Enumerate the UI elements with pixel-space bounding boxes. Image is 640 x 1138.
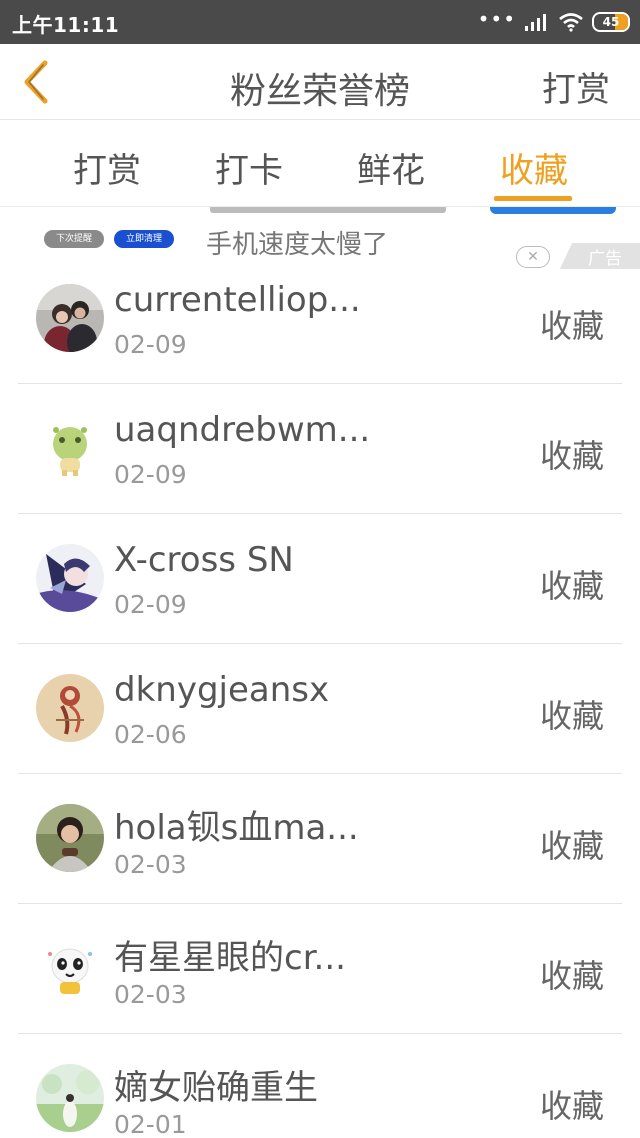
tab-checkin[interactable]: 打卡 xyxy=(199,143,299,192)
ad-remind-button[interactable]: 下次提醒 xyxy=(44,230,104,248)
avatar[interactable] xyxy=(36,674,104,742)
ad-clean-button[interactable]: 立即清理 xyxy=(114,230,174,248)
list-item[interactable]: currentelliop... 02-09 收藏 xyxy=(0,254,640,384)
avatar[interactable] xyxy=(36,544,104,612)
title-bar: 粉丝荣誉榜 打赏 xyxy=(0,44,640,120)
more-dots-icon: ••• xyxy=(477,7,516,31)
fan-date: 02-03 xyxy=(114,850,187,879)
fan-name: dknygjeansx xyxy=(114,670,330,710)
active-tab-indicator xyxy=(494,196,572,201)
list-item[interactable]: uaqndrebwm... 02-09 收藏 xyxy=(0,384,640,514)
fan-action: 收藏 xyxy=(539,437,604,475)
status-time: 上午11:11 xyxy=(12,13,120,37)
list-item[interactable]: X-cross SN 02-09 收藏 xyxy=(0,514,640,644)
status-icons: ••• 45 xyxy=(478,8,630,36)
fan-name: uaqndrebwm... xyxy=(114,410,371,450)
tab-bar: 打赏 打卡 鲜花 收藏 xyxy=(0,121,640,207)
avatar[interactable] xyxy=(36,804,104,872)
panda-cartoon-icon xyxy=(36,934,104,1002)
anime-character-icon xyxy=(36,544,104,612)
fan-name: 嫡女贻确重生 xyxy=(114,1068,318,1108)
fan-action: 收藏 xyxy=(539,827,604,865)
couple-photo-icon xyxy=(36,284,104,352)
list-item[interactable]: hola钡s血ma... 02-03 收藏 xyxy=(0,774,640,904)
fan-date: 02-09 xyxy=(114,590,187,619)
reward-button[interactable]: 打赏 xyxy=(542,62,610,111)
fan-name: hola钡s血ma... xyxy=(114,808,359,848)
fan-date: 02-03 xyxy=(114,980,187,1009)
battery-level: 45 xyxy=(602,15,620,29)
avatar[interactable] xyxy=(36,414,104,482)
list-item[interactable]: 有星星眼的cr... 02-03 收藏 xyxy=(0,904,640,1034)
battery-icon: 45 xyxy=(592,12,630,32)
tab-favorites[interactable]: 收藏 xyxy=(484,143,584,192)
avatar[interactable] xyxy=(36,934,104,1002)
ad-cropped-button xyxy=(490,207,616,214)
fan-action: 收藏 xyxy=(539,1087,604,1125)
fan-name: currentelliop... xyxy=(114,280,361,320)
avatar[interactable] xyxy=(36,284,104,352)
status-bar: 上午11:11 ••• 45 xyxy=(0,0,640,44)
fan-action: 收藏 xyxy=(539,567,604,605)
fan-date: 02-01 xyxy=(114,1110,187,1138)
fan-date: 02-09 xyxy=(114,330,187,359)
ad-cropped-text xyxy=(210,207,446,213)
fan-name: 有星星眼的cr... xyxy=(114,938,346,978)
fan-action: 收藏 xyxy=(539,697,604,735)
landscape-figure-icon xyxy=(36,1064,104,1132)
fan-name: X-cross SN xyxy=(114,540,294,580)
tab-reward[interactable]: 打赏 xyxy=(57,143,157,192)
illustrated-figure-icon xyxy=(36,674,104,742)
list-item[interactable]: 嫡女贻确重生 02-01 收藏 xyxy=(0,1034,640,1138)
fan-date: 02-06 xyxy=(114,720,187,749)
avatar[interactable] xyxy=(36,1064,104,1132)
tab-flowers[interactable]: 鲜花 xyxy=(341,143,441,192)
fan-date: 02-09 xyxy=(114,460,187,489)
list-item[interactable]: dknygjeansx 02-06 收藏 xyxy=(0,644,640,774)
wifi-icon xyxy=(559,13,583,32)
signal-icon xyxy=(525,14,546,31)
fan-action: 收藏 xyxy=(539,307,604,345)
woman-photo-icon xyxy=(36,804,104,872)
green-cartoon-icon xyxy=(36,414,104,482)
fan-list: currentelliop... 02-09 收藏 uaqndrebwm... … xyxy=(0,254,640,1138)
fan-action: 收藏 xyxy=(539,957,604,995)
